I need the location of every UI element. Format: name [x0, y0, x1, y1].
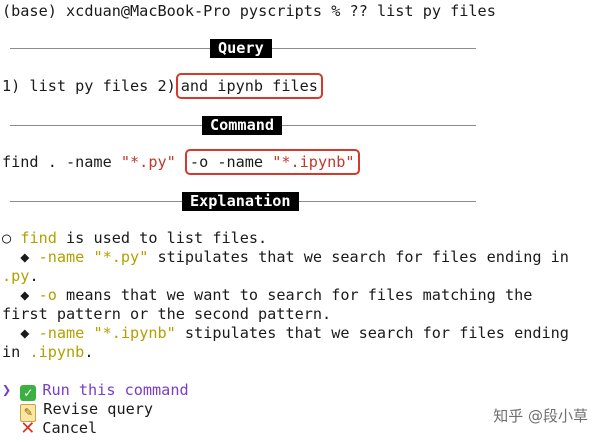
- explanation-line-5: first pattern or the second pattern.: [2, 305, 331, 324]
- explanation-text-7-pre: in: [2, 343, 30, 361]
- menu-item-run[interactable]: ❯ ✓ Run this command: [2, 381, 189, 401]
- cross-mark-icon: ✕: [20, 418, 36, 439]
- explanation-line-1: ○ find is used to list files.: [2, 229, 267, 248]
- watermark: 知乎 @段小草: [493, 407, 588, 425]
- explanation-line-2: ◆ -name "*.py" stipulates that we search…: [2, 248, 569, 267]
- terminal-window: { "prompt": { "env": "(base)", "user_hos…: [0, 0, 600, 444]
- explanation-header: Explanation: [182, 192, 299, 211]
- current-directory: pyscripts: [239, 2, 323, 20]
- explanation-line-3: .py.: [2, 267, 39, 286]
- command-header: Command: [202, 116, 283, 135]
- prompt-line: (base) xcduan@MacBook-Pro pyscripts % ??…: [2, 2, 496, 21]
- code-or: -o: [38, 286, 57, 304]
- menu-item-run-label: Run this command: [42, 381, 189, 399]
- explanation-line-7: in .ipynb.: [2, 343, 93, 362]
- query-header: Query: [210, 39, 272, 58]
- circle-bullet: ○: [2, 229, 12, 247]
- explanation-text-2: stipulates that we search for files endi…: [148, 248, 569, 266]
- command-or-highlight: -o -name "*.ipynb": [184, 149, 360, 175]
- command-arg-ipynb: "*.ipynb": [272, 153, 355, 171]
- check-mark-button-icon: ✓: [20, 385, 37, 401]
- menu-item-cancel-label: Cancel: [42, 419, 98, 437]
- command-line: find . -name "*.py" -o -name "*.ipynb": [2, 149, 360, 175]
- prompt-symbol: %: [331, 2, 341, 20]
- query-part-1: 1) list py files 2): [2, 77, 176, 95]
- selection-pointer-icon: ❯: [2, 381, 12, 399]
- explanation-text-3: .: [29, 267, 39, 285]
- explanation-text-6: stipulates that we search for files endi…: [175, 324, 569, 342]
- explanation-line-4: ◆ -o means that we want to search for fi…: [2, 286, 532, 305]
- diamond-bullet: ◆: [20, 248, 30, 266]
- explanation-line-6: ◆ -name "*.ipynb" stipulates that we sea…: [2, 324, 569, 343]
- entered-command: ?? list py files: [349, 2, 496, 20]
- code-name-ipynb: -name "*.ipynb": [38, 324, 176, 342]
- code-find: find: [20, 229, 57, 247]
- explanation-text-7: .: [84, 343, 94, 361]
- command-base: find . -name: [2, 153, 112, 171]
- menu-item-revise-label: Revise query: [43, 400, 154, 418]
- explanation-text-1: is used to list files.: [56, 229, 268, 247]
- conda-env: (base): [2, 2, 57, 20]
- user-host: xcduan@MacBook-Pro: [66, 2, 231, 20]
- code-py-ext: .py: [2, 267, 30, 285]
- query-line: 1) list py files 2) and ipynb files: [2, 73, 323, 99]
- code-name-py: -name "*.py": [38, 248, 149, 266]
- menu-item-cancel[interactable]: ✕ Cancel: [2, 419, 97, 438]
- diamond-bullet: ◆: [20, 324, 30, 342]
- explanation-text-4: means that we want to search for files m…: [56, 286, 533, 304]
- code-ipynb-ext: .ipynb: [29, 343, 85, 361]
- command-arg-py: "*.py": [120, 153, 176, 171]
- explanation-text-5: first pattern or the second pattern.: [2, 305, 332, 323]
- query-part-2-highlight: and ipynb files: [175, 73, 323, 99]
- diamond-bullet: ◆: [20, 286, 30, 304]
- command-or-flag: -o -name: [189, 153, 264, 171]
